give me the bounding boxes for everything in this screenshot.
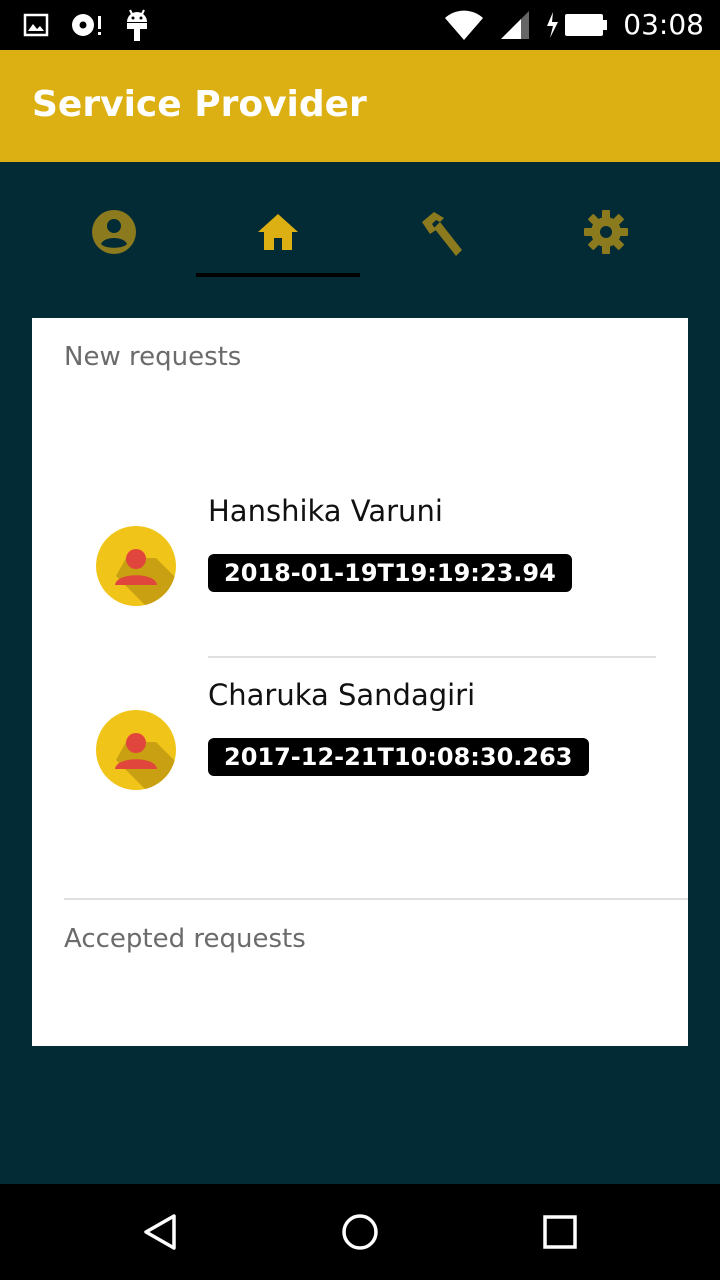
media-notification-icon xyxy=(72,14,101,36)
android-debug-icon xyxy=(127,9,147,41)
recents-icon[interactable] xyxy=(540,1212,580,1252)
tab-tools[interactable] xyxy=(360,188,524,280)
request-name: Hanshika Varuni xyxy=(208,494,443,528)
request-name: Charuka Sandagiri xyxy=(208,678,476,712)
accepted-requests-heading: Accepted requests xyxy=(64,924,306,954)
hammer-icon xyxy=(422,212,462,256)
wifi-icon xyxy=(445,10,484,40)
gear-icon xyxy=(584,210,628,254)
tab-profile[interactable] xyxy=(32,188,196,280)
status-system-icons: 03:08 xyxy=(443,6,704,44)
signal-icon xyxy=(501,11,530,39)
request-item[interactable]: Charuka Sandagiri 2017-12-21T10:08:30.26… xyxy=(64,672,656,832)
status-time: 03:08 xyxy=(623,8,704,41)
section-divider xyxy=(64,898,688,900)
image-notification-icon xyxy=(23,13,49,37)
app-bar: Service Provider xyxy=(0,50,720,162)
request-divider xyxy=(208,656,656,658)
avatar xyxy=(96,526,176,606)
home-icon xyxy=(258,214,298,250)
status-bar: 03:08 xyxy=(0,0,720,50)
tab-indicator xyxy=(196,273,360,277)
system-nav-bar xyxy=(0,1184,720,1280)
account-circle-icon xyxy=(92,210,136,254)
new-requests-heading: New requests xyxy=(64,342,242,372)
avatar xyxy=(96,710,176,790)
requests-card: New requests Hanshika Varuni 2018-01-19T… xyxy=(32,318,688,1046)
request-timestamp: 2017-12-21T10:08:30.263 xyxy=(208,738,589,776)
battery-charging-icon xyxy=(547,12,608,38)
tab-home[interactable] xyxy=(196,188,360,280)
tab-settings[interactable] xyxy=(524,188,688,280)
app-title: Service Provider xyxy=(32,84,367,125)
request-timestamp: 2018-01-19T19:19:23.94 xyxy=(208,554,572,592)
tab-bar xyxy=(32,188,688,280)
status-notifications xyxy=(22,8,150,42)
back-icon[interactable] xyxy=(140,1212,180,1252)
home-circle-icon[interactable] xyxy=(340,1212,380,1252)
request-item[interactable]: Hanshika Varuni 2018-01-19T19:19:23.94 xyxy=(64,488,656,648)
